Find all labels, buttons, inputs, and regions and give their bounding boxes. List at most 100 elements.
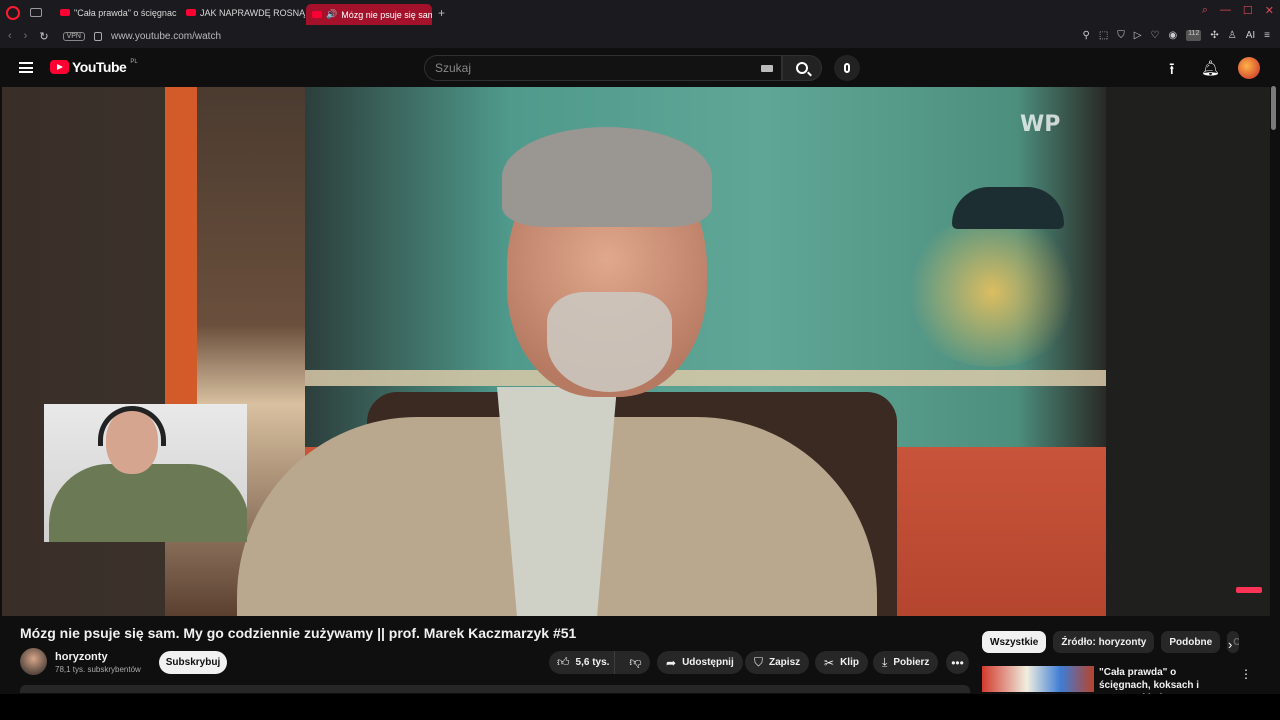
channel-branding-badge[interactable] <box>1236 587 1262 593</box>
download-button[interactable]: ⤓ Pobierz <box>873 651 939 674</box>
player-icon[interactable]: ▷ <box>1134 30 1142 41</box>
video-scene-dark-area <box>1106 87 1270 616</box>
more-actions-button[interactable]: ••• <box>946 651 969 674</box>
related-filter-chips: Wszystkie Źródło: horyzonty Podobne O <box>982 631 1240 653</box>
webcam-torso <box>49 464 247 542</box>
recommended-video-thumbnail[interactable] <box>982 666 1094 692</box>
pin-icon[interactable]: ⚲ <box>1082 30 1089 41</box>
tab-islands-icon[interactable] <box>30 8 42 17</box>
channel-avatar[interactable] <box>20 648 47 675</box>
browser-tab-3-active[interactable]: 🔊 Mózg nie psuje się sam <box>306 4 432 25</box>
search-icon <box>796 62 808 74</box>
download-label: Pobierz <box>893 657 930 668</box>
snapshot-icon[interactable]: ⬚ <box>1099 30 1108 41</box>
header-actions: 🔔︎ <box>1169 57 1260 85</box>
youtube-favicon-icon <box>186 9 196 16</box>
user-avatar[interactable] <box>1238 57 1260 79</box>
lock-icon[interactable] <box>93 32 102 41</box>
voice-search-button[interactable] <box>834 55 860 81</box>
reload-icon[interactable]: ↻ <box>39 30 48 43</box>
youtube-logo[interactable]: YouTube PL <box>50 59 138 75</box>
country-code: PL <box>130 59 138 65</box>
more-vertical-icon[interactable]: ⋮ <box>1240 667 1252 681</box>
share-icon: ➦ <box>666 655 677 670</box>
save-label: Zapisz <box>769 657 801 668</box>
search-input[interactable]: Szukaj <box>424 55 782 81</box>
webcam-headphones <box>98 406 166 446</box>
video-scene-lamp-glow <box>902 217 1082 367</box>
extension-icons: ⚲ ⬚ ⛉ ▷ ♡ ◉ 112 ✣ ♙ AI ≡ <box>1082 30 1270 41</box>
youtube-favicon-icon <box>312 11 322 18</box>
upload-icon[interactable] <box>1169 58 1183 85</box>
forward-icon[interactable]: › <box>24 30 28 43</box>
heart-icon[interactable]: ♡ <box>1150 30 1159 41</box>
video-speaker-beard <box>547 292 672 392</box>
vpn-badge[interactable]: VPN <box>62 32 85 41</box>
chevron-right-icon[interactable]: › <box>1228 637 1232 652</box>
notifications-bell-icon[interactable]: 🔔︎ <box>1201 59 1220 77</box>
search-tabs-icon[interactable]: ⌕ <box>1202 4 1208 17</box>
back-icon[interactable]: ‹ <box>8 30 12 43</box>
chip-all[interactable]: Wszystkie <box>982 631 1047 653</box>
nav-buttons: ‹ › ↻ <box>8 30 49 43</box>
search-placeholder: Szukaj <box>435 61 472 75</box>
browser-tab-2[interactable]: JAK NAPRAWDĘ ROSNĄ M <box>180 0 306 25</box>
hamburger-menu-icon[interactable] <box>19 62 33 73</box>
save-button[interactable]: ⛉ Zapisz <box>745 651 810 674</box>
speaker-icon[interactable]: 🔊 <box>326 9 337 20</box>
youtube-favicon-icon <box>60 9 70 16</box>
streamer-webcam-overlay <box>44 404 247 542</box>
browser-tab-label: "Cała prawda" o ścięgnac <box>74 7 177 18</box>
share-label: Udostępnij <box>682 657 734 668</box>
channel-name[interactable]: horyzonty <box>55 651 108 663</box>
description-box[interactable] <box>20 685 970 693</box>
ai-button[interactable]: AI <box>1246 30 1255 41</box>
browser-tab-strip: "Cała prawda" o ścięgnac JAK NAPRAWDĘ RO… <box>0 0 1280 25</box>
video-title: Mózg nie psuje się sam. My go codziennie… <box>20 625 577 641</box>
share-button[interactable]: ➦ Udostępnij <box>657 651 743 674</box>
new-tab-button[interactable]: + <box>438 6 445 20</box>
like-count: 5,6 tys. <box>575 657 610 668</box>
like-dislike-group: 👍︎ 5,6 tys. 👎︎ <box>549 651 650 674</box>
thumbs-down-icon: 👎︎ <box>629 655 642 669</box>
search-button[interactable] <box>782 55 822 81</box>
page-scrollbar[interactable] <box>1271 86 1276 130</box>
clip-label: Klip <box>840 657 859 668</box>
keyboard-icon[interactable] <box>761 65 773 72</box>
menu-lines-icon[interactable]: ≡ <box>1264 30 1270 41</box>
wp-watermark-logo: WP <box>1020 112 1061 137</box>
chip-similar[interactable]: Podobne <box>1161 631 1221 653</box>
dislike-button[interactable]: 👎︎ <box>621 655 650 670</box>
window-controls: ⌕ — ☐ ✕ <box>1202 4 1274 17</box>
minimize-icon[interactable]: — <box>1220 4 1231 17</box>
address-bar: ‹ › ↻ VPN www.youtube.com/watch ⚲ ⬚ ⛉ ▷ … <box>0 25 1280 48</box>
account-icon[interactable]: ♙ <box>1228 30 1237 41</box>
youtube-header: YouTube PL Szukaj 🔔︎ <box>0 48 1280 86</box>
microphone-icon <box>844 63 850 73</box>
download-icon: ⤓ <box>882 655 888 669</box>
scissors-icon: ✂ <box>824 655 835 670</box>
youtube-play-icon <box>50 60 69 74</box>
ext-icon[interactable]: ◉ <box>1168 30 1177 41</box>
bookmark-icon: ⛉ <box>754 655 764 669</box>
subscriber-count: 78,1 tys. subskrybentów <box>55 665 141 674</box>
browser-tab-1[interactable]: "Cała prawda" o ścięgnac <box>54 0 180 25</box>
close-icon[interactable]: ✕ <box>1265 4 1274 17</box>
video-scene-shelf <box>305 370 1109 386</box>
browser-tab-label: JAK NAPRAWDĘ ROSNĄ M <box>200 7 306 18</box>
opera-logo-icon[interactable] <box>6 5 20 20</box>
like-button[interactable]: 👍︎ 5,6 tys. <box>549 651 616 674</box>
maximize-icon[interactable]: ☐ <box>1243 4 1253 17</box>
video-scene-panel <box>165 87 197 417</box>
extension-badge[interactable]: 112 <box>1186 30 1202 41</box>
puzzle-icon[interactable]: ✣ <box>1210 30 1218 41</box>
bottom-letterbox <box>0 694 1280 720</box>
video-player-container: WP <box>0 86 1280 616</box>
video-scene-lamp <box>952 187 1064 229</box>
thumbs-up-icon: 👍︎ <box>557 655 570 669</box>
chip-source[interactable]: Źródło: horyzonty <box>1053 631 1155 653</box>
url-field[interactable]: www.youtube.com/watch <box>111 31 221 42</box>
shield-icon[interactable]: ⛉ <box>1117 30 1125 41</box>
clip-button[interactable]: ✂ Klip <box>815 651 868 674</box>
subscribe-button[interactable]: Subskrybuj <box>159 651 227 674</box>
